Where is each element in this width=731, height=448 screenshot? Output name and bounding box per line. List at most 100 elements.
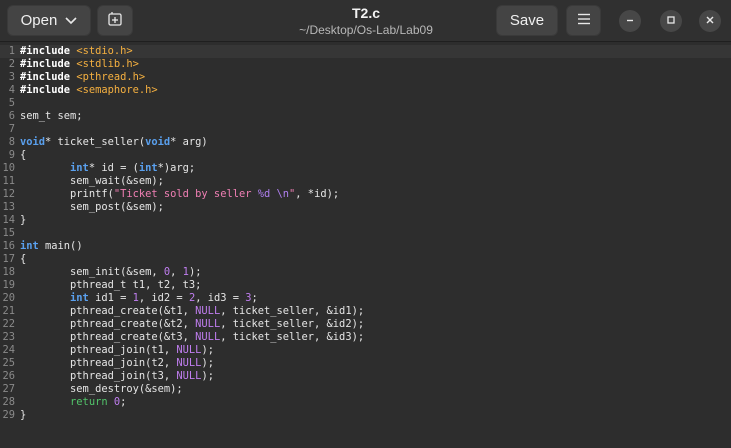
code-line[interactable]: 18 sem_init(&sem, 0, 1); (0, 266, 731, 279)
code-line[interactable]: 10 int* id = (int*)arg; (0, 162, 731, 175)
code-line[interactable]: 15 (0, 227, 731, 240)
code-line[interactable]: 25 pthread_join(t2, NULL); (0, 357, 731, 370)
code-token: pthread_join(t2, (20, 357, 177, 369)
code-line[interactable]: 17 { (0, 253, 731, 266)
code-token: NULL (176, 357, 202, 369)
code-line[interactable]: 22 pthread_create(&t2, NULL, ticket_sell… (0, 318, 731, 331)
code-token: pthread_create(&t3, (20, 331, 196, 343)
code-token: ; (251, 292, 258, 304)
code-token: void (145, 136, 171, 148)
document-path: ~/Desktop/Os-Lab/Lab09 (299, 23, 433, 37)
maximize-icon (666, 12, 676, 30)
code-token: { (20, 253, 27, 265)
code-text: pthread_create(&t3, NULL, ticket_seller,… (20, 331, 364, 344)
line-number: 9 (8, 149, 15, 161)
maximize-button[interactable] (660, 10, 682, 32)
code-text: pthread_create(&t1, NULL, ticket_seller,… (20, 305, 364, 318)
code-token: pthread_join(t3, (20, 370, 177, 382)
code-token: pthread_create(&t2, (20, 318, 196, 330)
code-text: sem_init(&sem, 0, 1); (20, 266, 201, 279)
code-line[interactable]: 8 void* ticket_seller(void* arg) (0, 136, 731, 149)
code-line[interactable]: 9{ (0, 149, 731, 162)
code-line[interactable]: 5 (0, 97, 731, 110)
code-text: pthread_join(t2, NULL); (20, 357, 214, 370)
code-token: * id = ( (88, 162, 139, 174)
code-token: * arg) (170, 136, 208, 148)
code-line[interactable]: 11 sem_wait(&sem); (0, 175, 731, 188)
line-number: 23 (2, 331, 15, 343)
code-text: pthread_t t1, t2, t3; (20, 279, 201, 292)
line-number: 21 (2, 305, 15, 317)
code-token: } (20, 409, 27, 421)
close-button[interactable] (699, 10, 721, 32)
code-token: * ticket_seller( (45, 136, 146, 148)
header-bar: Open T2.c ~/Desktop/Os-Lab/Lab09 Save (0, 0, 731, 42)
close-icon (705, 12, 715, 30)
code-token: ); (201, 370, 214, 382)
code-text: pthread_join(t1, NULL); (20, 344, 214, 357)
code-line[interactable]: 21 pthread_create(&t1, NULL, ticket_sell… (0, 305, 731, 318)
line-number: 16 (2, 240, 15, 252)
code-line[interactable]: 28 return 0; (0, 396, 731, 409)
code-token: , ticket_seller, &id1); (220, 305, 365, 317)
code-line[interactable]: 1 #include <stdio.h> (0, 45, 731, 58)
code-text: int id1 = 1, id2 = 2, id3 = 3; (20, 292, 258, 305)
code-token: , *id); (295, 188, 340, 200)
code-line[interactable]: 2 #include <stdlib.h> (0, 58, 731, 71)
code-text: pthread_create(&t2, NULL, ticket_seller,… (20, 318, 364, 331)
line-number: 3 (8, 71, 15, 83)
line-number: 8 (8, 136, 15, 148)
minimize-button[interactable] (619, 10, 641, 32)
code-token: <stdlib.h> (76, 58, 139, 70)
minimize-icon (625, 12, 635, 30)
code-line[interactable]: 4 #include <semaphore.h> (0, 84, 731, 97)
code-text: } (20, 409, 26, 422)
code-line[interactable]: 6 sem_t sem; (0, 110, 731, 123)
save-button[interactable]: Save (496, 5, 558, 36)
code-line[interactable]: 13 sem_post(&sem); (0, 201, 731, 214)
line-number: 27 (2, 383, 15, 395)
code-text: int* id = (int*)arg; (20, 162, 195, 175)
code-line[interactable]: 14} (0, 214, 731, 227)
code-token: sem_destroy(&sem); (20, 383, 183, 395)
line-number: 11 (2, 175, 15, 187)
code-line[interactable]: 20 int id1 = 1, id2 = 2, id3 = 3; (0, 292, 731, 305)
code-editor[interactable]: 1 #include <stdio.h> 2 #include <stdlib.h> 3… (0, 42, 731, 448)
code-line[interactable]: 29} (0, 409, 731, 422)
code-line[interactable]: 27 sem_destroy(&sem); (0, 383, 731, 396)
line-number: 24 (2, 344, 15, 356)
code-token: main() (38, 240, 83, 252)
code-text: sem_destroy(&sem); (20, 383, 183, 396)
code-token: #include (20, 58, 77, 70)
code-token: ); (201, 357, 214, 369)
line-number: 17 (2, 253, 15, 265)
main-menu-button[interactable] (566, 5, 601, 36)
line-number: 6 (8, 110, 15, 122)
code-token: int (70, 162, 89, 174)
code-text: return 0; (20, 396, 126, 409)
code-token: #include (20, 84, 77, 96)
code-token: pthread_t t1, t2, t3; (20, 279, 202, 291)
code-line[interactable]: 24 pthread_join(t1, NULL); (0, 344, 731, 357)
new-tab-icon (107, 11, 123, 31)
code-token: int (20, 240, 39, 252)
open-button[interactable]: Open (7, 5, 91, 36)
code-line[interactable]: 16 int main() (0, 240, 731, 253)
code-line[interactable]: 7 (0, 123, 731, 136)
line-number: 29 (2, 409, 15, 421)
line-number: 10 (2, 162, 15, 174)
code-line[interactable]: 23 pthread_create(&t3, NULL, ticket_sell… (0, 331, 731, 344)
code-line[interactable]: 3 #include <pthread.h> (0, 71, 731, 84)
code-text: sem_t sem; (20, 110, 83, 123)
code-line[interactable]: 12 printf("Ticket sold by seller %d \n",… (0, 188, 731, 201)
code-token: NULL (176, 344, 202, 356)
chevron-down-icon (65, 12, 77, 29)
document-title: T2.c (351, 5, 380, 21)
code-line[interactable]: 26 pthread_join(t3, NULL); (0, 370, 731, 383)
code-line[interactable]: 19 pthread_t t1, t2, t3; (0, 279, 731, 292)
code-token: void (20, 136, 46, 148)
code-text: sem_wait(&sem); (20, 175, 164, 188)
new-tab-button[interactable] (97, 5, 133, 36)
line-number: 18 (2, 266, 15, 278)
